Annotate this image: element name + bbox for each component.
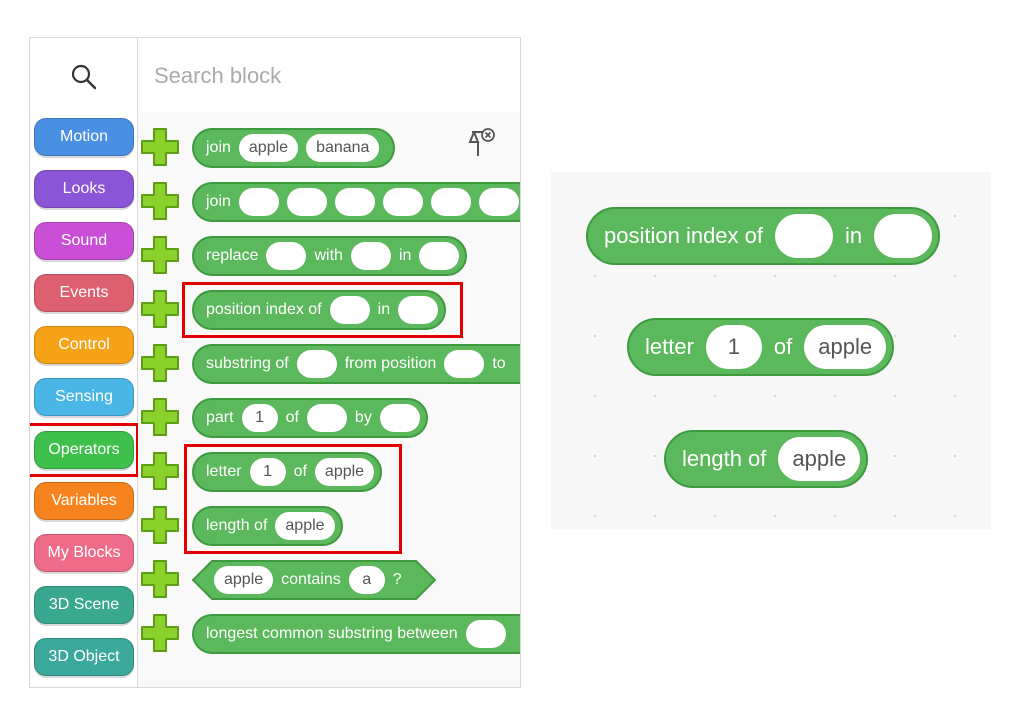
block-text: position index of	[604, 223, 763, 248]
substring-block[interactable]: substring of from position to	[192, 344, 520, 384]
block-input[interactable]: 1	[241, 404, 278, 432]
block-input[interactable]	[286, 188, 327, 216]
search-input[interactable]	[152, 60, 496, 92]
category-looks[interactable]: Looks	[34, 170, 134, 208]
block-text: from position	[344, 355, 437, 372]
block-input[interactable]	[874, 214, 933, 258]
category-column: Motion Looks Sound Events Control Sensin…	[30, 38, 139, 687]
longest-common-substring-block[interactable]: longest common substring between	[192, 614, 520, 654]
block-input[interactable]	[238, 188, 279, 216]
block-text: in	[845, 223, 863, 248]
block-input[interactable]	[775, 214, 833, 258]
contains-block[interactable]: apple contains a ?	[214, 560, 402, 600]
block-palette-panel: Motion Looks Sound Events Control Sensin…	[29, 37, 521, 688]
block-text: ?	[392, 571, 402, 588]
block-list: join apple banana join replace with in p…	[138, 114, 520, 687]
add-block-icon[interactable]	[140, 235, 180, 275]
block-text: longest common substring between	[206, 625, 458, 642]
block-input[interactable]	[266, 242, 307, 270]
join-block[interactable]: join apple banana	[192, 128, 396, 168]
block-input[interactable]	[379, 404, 420, 432]
block-input[interactable]	[444, 350, 485, 378]
selected-category-highlight	[30, 423, 139, 477]
category-sensing[interactable]: Sensing	[34, 378, 134, 416]
block-input[interactable]	[350, 242, 391, 270]
add-block-icon[interactable]	[140, 289, 180, 329]
block-input[interactable]	[430, 188, 471, 216]
highlight-box	[182, 282, 463, 338]
block-text: by	[354, 409, 372, 426]
add-block-icon[interactable]	[140, 397, 180, 437]
block-input[interactable]: apple	[804, 325, 887, 369]
block-input[interactable]: banana	[306, 134, 380, 162]
highlight-box	[184, 444, 402, 554]
block-input[interactable]	[419, 242, 460, 270]
search-icon	[71, 64, 97, 90]
add-block-icon[interactable]	[140, 343, 180, 383]
add-block-icon[interactable]	[140, 613, 180, 653]
block-input[interactable]	[306, 404, 347, 432]
block-text: of	[773, 334, 793, 359]
category-variables[interactable]: Variables	[34, 482, 134, 520]
category-control[interactable]: Control	[34, 326, 134, 364]
block-text: in	[398, 247, 412, 264]
block-input[interactable]	[296, 350, 337, 378]
block-input[interactable]	[382, 188, 423, 216]
block-input[interactable]: apple	[214, 566, 274, 594]
category-motion[interactable]: Motion	[34, 118, 134, 156]
search-button[interactable]	[30, 38, 137, 114]
block-text: join	[206, 193, 231, 210]
block-input[interactable]: apple	[238, 134, 299, 162]
category-my-blocks[interactable]: My Blocks	[34, 534, 134, 572]
category-events[interactable]: Events	[34, 274, 134, 312]
block-input[interactable]: apple	[778, 437, 861, 481]
block-input[interactable]	[465, 620, 506, 648]
block-text: length of	[682, 446, 767, 471]
block-input[interactable]: a	[348, 566, 385, 594]
pin-icon[interactable]	[466, 126, 498, 166]
search-bar	[138, 38, 520, 112]
add-block-icon[interactable]	[140, 505, 180, 545]
block-text: with	[314, 247, 343, 264]
category-3d-scene[interactable]: 3D Scene	[34, 586, 134, 624]
block-text: of	[285, 409, 299, 426]
zoom-letter-of-block[interactable]: letter 1 of apple	[627, 318, 895, 376]
part-block[interactable]: part 1 of by	[192, 398, 428, 438]
join-multi-block[interactable]: join	[192, 182, 520, 222]
add-block-icon[interactable]	[140, 181, 180, 221]
block-input[interactable]	[334, 188, 375, 216]
block-input[interactable]: 1	[705, 325, 762, 369]
zoom-length-of-block[interactable]: length of apple	[664, 430, 869, 488]
block-text: letter	[645, 334, 694, 359]
block-text: join	[206, 139, 231, 156]
add-block-icon[interactable]	[140, 451, 180, 491]
block-text: substring of	[206, 355, 289, 372]
block-text: part	[206, 409, 234, 426]
block-text: to	[492, 355, 506, 372]
add-block-icon[interactable]	[140, 559, 180, 599]
category-3d-object[interactable]: 3D Object	[34, 638, 134, 676]
block-text: contains	[281, 571, 341, 588]
block-input[interactable]	[478, 188, 519, 216]
block-text: replace	[206, 247, 259, 264]
zoom-position-index-block[interactable]: position index of in	[586, 207, 941, 265]
category-sound[interactable]: Sound	[34, 222, 134, 260]
add-block-icon[interactable]	[140, 127, 180, 167]
replace-block[interactable]: replace with in	[192, 236, 468, 276]
zoomed-blocks-panel: position index of in letter 1 of apple l…	[551, 172, 991, 529]
